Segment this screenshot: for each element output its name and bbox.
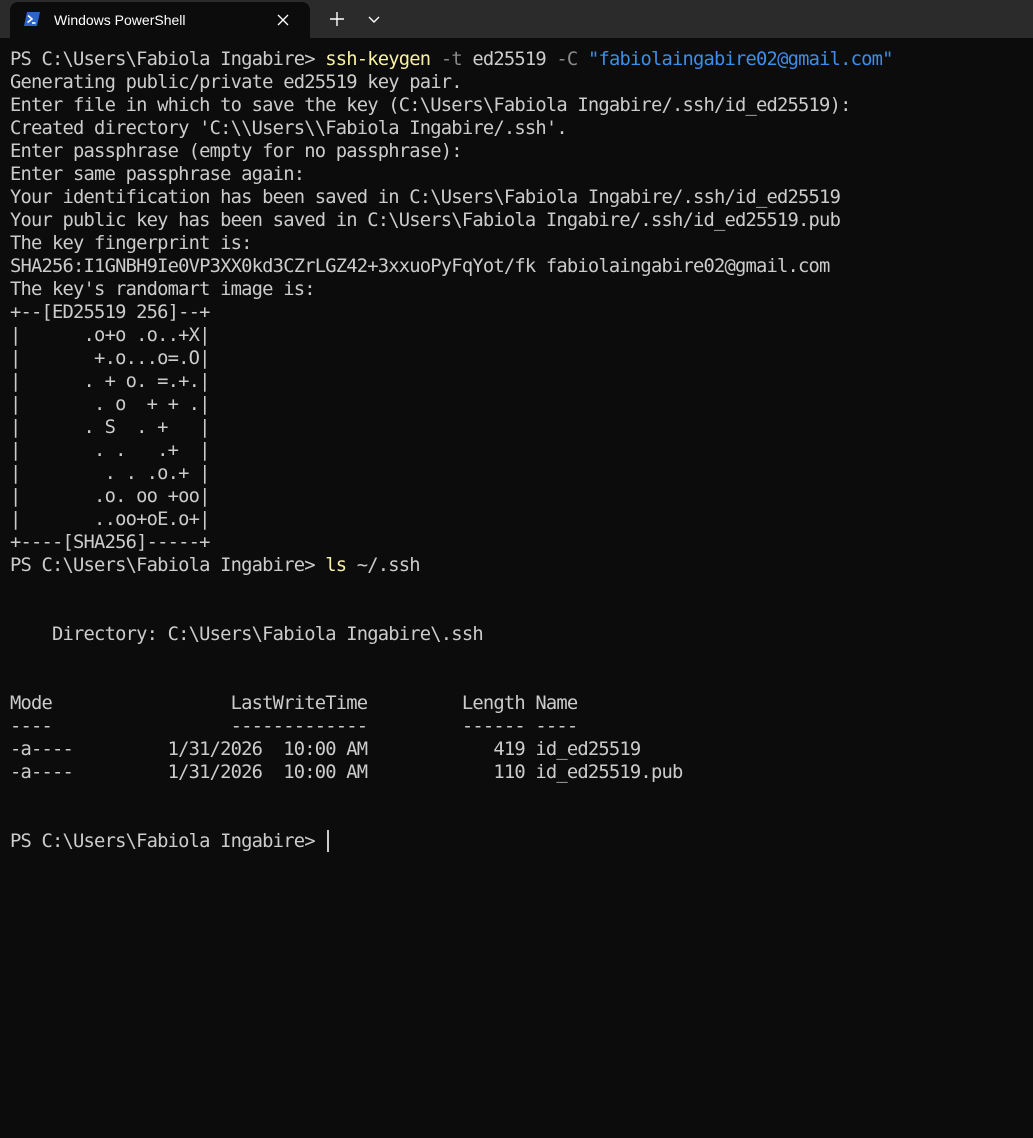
randomart-line: +----[SHA256]-----+ xyxy=(10,532,210,553)
flag: -C xyxy=(556,49,578,70)
prompt: PS C:\Users\Fabiola Ingabire> xyxy=(10,49,326,70)
argument: ed25519 xyxy=(461,49,557,70)
randomart-line: | ..oo+oE.o+| xyxy=(10,509,210,530)
command-name: ssh-keygen xyxy=(325,49,431,70)
output-line: Enter file in which to save the key (C:\… xyxy=(10,95,851,116)
close-icon[interactable] xyxy=(274,11,292,29)
output-line: Enter passphrase (empty for no passphras… xyxy=(10,141,463,162)
new-tab-button[interactable] xyxy=(322,5,352,33)
randomart-line: | .o+o .o..+X| xyxy=(10,325,210,346)
title-bar: Windows PowerShell xyxy=(0,0,1033,38)
output-line: The key's randomart image is: xyxy=(10,279,316,300)
powershell-icon xyxy=(23,11,41,27)
output-line: The key fingerprint is: xyxy=(10,233,252,254)
output-line: Generating public/private ed25519 key pa… xyxy=(10,72,463,93)
prompt: PS C:\Users\Fabiola Ingabire> xyxy=(10,831,326,852)
randomart-line: | . . .+ | xyxy=(10,440,210,461)
output-line: Your identification has been saved in C:… xyxy=(10,187,841,208)
text-cursor xyxy=(327,830,330,852)
tab-windows-powershell[interactable]: Windows PowerShell xyxy=(10,2,310,38)
output-line: Created directory 'C:\\Users\\Fabiola In… xyxy=(10,118,568,139)
randomart-line: | .o. oo +oo| xyxy=(10,486,210,507)
prompt: PS C:\Users\Fabiola Ingabire> xyxy=(10,555,326,576)
listing-row: -a---- 1/31/2026 10:00 AM 419 id_ed25519 xyxy=(10,739,641,760)
output-line: Your public key has been saved in C:\Use… xyxy=(10,210,841,231)
randomart-line: | . o + + .| xyxy=(10,394,210,415)
randomart-line: +--[ED25519 256]--+ xyxy=(10,302,210,323)
tab-title: Windows PowerShell xyxy=(54,12,186,28)
command-line-ssh-keygen: PS C:\Users\Fabiola Ingabire> ssh-keygen… xyxy=(10,48,1028,71)
directory-line: Directory: C:\Users\Fabiola Ingabire\.ss… xyxy=(10,624,484,645)
chevron-down-icon xyxy=(361,5,387,33)
listing-row: -a---- 1/31/2026 10:00 AM 110 id_ed25519… xyxy=(10,762,683,783)
output-line: SHA256:I1GNBH9Ie0VP3XX0kd3CZrLGZ42+3xxuo… xyxy=(10,256,830,277)
argument: ~/.ssh xyxy=(346,555,421,576)
randomart-line: | . + o. =.+.| xyxy=(10,371,210,392)
randomart-line: | . . .o.+ | xyxy=(10,463,210,484)
command-name: ls xyxy=(325,555,347,576)
flag: -t xyxy=(440,49,463,70)
listing-separator: ---- ------------- ------ ---- xyxy=(10,716,578,737)
randomart-line: | . S . + | xyxy=(10,417,210,438)
active-prompt-line[interactable]: PS C:\Users\Fabiola Ingabire> xyxy=(10,830,1028,853)
listing-header: Mode LastWriteTime Length Name xyxy=(10,693,578,714)
output-line: Enter same passphrase again: xyxy=(10,164,305,185)
tab-dropdown-button[interactable] xyxy=(361,5,387,33)
terminal-output[interactable]: PS C:\Users\Fabiola Ingabire> ssh-keygen… xyxy=(10,48,1028,1133)
randomart-line: | +.o...o=.O| xyxy=(10,348,210,369)
plus-icon xyxy=(322,5,352,33)
string-argument: "fabiolaingabire02@gmail.com" xyxy=(587,49,894,70)
command-line-ls: PS C:\Users\Fabiola Ingabire> ls ~/.ssh xyxy=(10,554,1028,577)
